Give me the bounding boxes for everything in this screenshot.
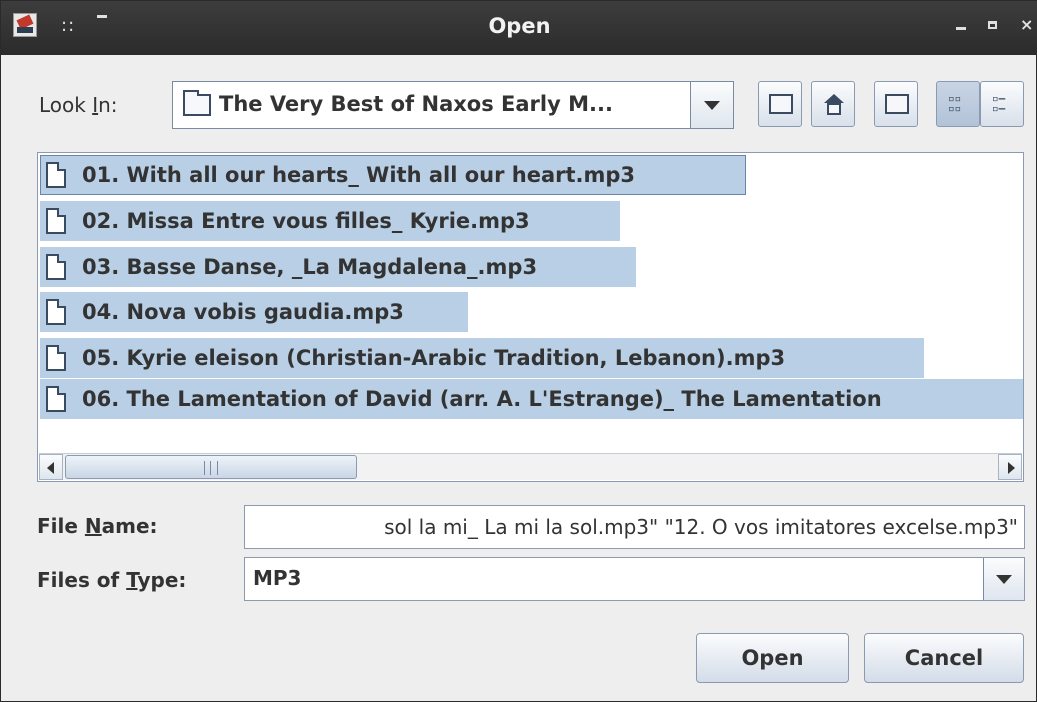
look-in-combo[interactable]: The Very Best of Naxos Early M... bbox=[172, 81, 734, 129]
horizontal-scrollbar[interactable] bbox=[39, 453, 1022, 480]
chevron-down-icon bbox=[704, 101, 720, 110]
open-button[interactable]: Open bbox=[696, 633, 849, 683]
file-name-label-pre: File bbox=[37, 514, 85, 538]
file-icon bbox=[46, 345, 66, 371]
chevron-down-icon bbox=[996, 575, 1012, 584]
file-name-value: sol la mi_ La mi la sol.mp3" "12. O vos … bbox=[384, 515, 1018, 539]
file-icon bbox=[46, 162, 66, 188]
files-of-type-label: Files of Type: bbox=[37, 568, 186, 592]
details-view-button[interactable]: ▫– ▫– bbox=[980, 81, 1024, 127]
look-in-label: Look In: bbox=[39, 93, 118, 117]
list-view-icon: ▫▫ ▫▫ bbox=[948, 92, 962, 115]
new-folder-icon bbox=[885, 94, 909, 114]
file-name-label-mnemonic: N bbox=[84, 514, 102, 538]
file-row[interactable]: 01. With all our hearts_ With all our he… bbox=[40, 155, 746, 195]
window-title: Open bbox=[488, 14, 551, 38]
files-of-type-combo[interactable]: MP3 bbox=[244, 557, 1025, 601]
files-of-type-label-post: ype: bbox=[137, 568, 187, 592]
cancel-button[interactable]: Cancel bbox=[864, 633, 1024, 683]
arrow-right-icon bbox=[1008, 462, 1015, 474]
file-icon bbox=[46, 254, 66, 280]
new-folder-button[interactable] bbox=[874, 81, 918, 127]
scroll-left-button[interactable] bbox=[39, 454, 63, 480]
look-in-dropdown-button[interactable] bbox=[690, 82, 733, 128]
file-row[interactable]: 03. Basse Danse, _La Magdalena_.mp3 bbox=[40, 247, 636, 287]
file-icon bbox=[46, 299, 66, 325]
file-row[interactable]: 04. Nova vobis gaudia.mp3 bbox=[40, 292, 468, 332]
file-name: 06. The Lamentation of David (arr. A. L'… bbox=[82, 387, 882, 411]
grip-icon bbox=[204, 461, 218, 475]
file-name: 04. Nova vobis gaudia.mp3 bbox=[82, 300, 404, 324]
look-in-value: The Very Best of Naxos Early M... bbox=[219, 92, 613, 116]
file-list[interactable]: 01. With all our hearts_ With all our he… bbox=[37, 152, 1024, 482]
file-name: 03. Basse Danse, _La Magdalena_.mp3 bbox=[82, 255, 538, 279]
file-name-label: File Name: bbox=[37, 514, 158, 538]
folder-icon bbox=[183, 90, 211, 116]
look-in-label-pre: Look bbox=[39, 93, 93, 117]
file-row[interactable]: 05. Kyrie eleison (Christian-Arabic Trad… bbox=[40, 338, 924, 378]
file-name: 05. Kyrie eleison (Christian-Arabic Trad… bbox=[82, 346, 786, 370]
close-icon[interactable]: × bbox=[1020, 15, 1033, 34]
home-button[interactable] bbox=[811, 81, 855, 127]
file-icon bbox=[46, 208, 66, 234]
arrow-left-icon bbox=[47, 462, 54, 474]
title-bar[interactable]: :: Open × bbox=[1, 1, 1037, 55]
files-of-type-dropdown-button[interactable] bbox=[983, 558, 1024, 600]
home-icon bbox=[824, 94, 844, 116]
up-one-level-button[interactable] bbox=[758, 81, 802, 127]
file-name: 02. Missa Entre vous filles_ Kyrie.mp3 bbox=[82, 209, 530, 233]
list-view-button[interactable]: ▫▫ ▫▫ bbox=[936, 81, 980, 127]
up-folder-icon bbox=[769, 94, 793, 114]
file-name-label-post: ame: bbox=[101, 514, 158, 538]
file-name: 01. With all our hearts_ With all our he… bbox=[82, 163, 636, 187]
minimize-icon[interactable] bbox=[956, 27, 966, 30]
open-dialog: :: Open × Look In: The Very Best of Naxo… bbox=[0, 0, 1037, 702]
scrollbar-thumb[interactable] bbox=[65, 455, 357, 479]
maximize-icon[interactable] bbox=[988, 21, 997, 29]
look-in-label-post: n: bbox=[98, 93, 118, 117]
scroll-right-button[interactable] bbox=[998, 454, 1022, 480]
files-of-type-label-mnemonic: T bbox=[126, 568, 138, 592]
details-view-icon: ▫– ▫– bbox=[992, 92, 1006, 115]
files-of-type-label-pre: Files of bbox=[37, 568, 127, 592]
file-row[interactable]: 02. Missa Entre vous filles_ Kyrie.mp3 bbox=[40, 201, 620, 241]
file-row[interactable]: 06. The Lamentation of David (arr. A. L'… bbox=[40, 379, 1023, 419]
files-of-type-value: MP3 bbox=[253, 566, 302, 590]
file-icon bbox=[46, 386, 66, 412]
file-name-input[interactable]: sol la mi_ La mi la sol.mp3" "12. O vos … bbox=[244, 505, 1025, 549]
